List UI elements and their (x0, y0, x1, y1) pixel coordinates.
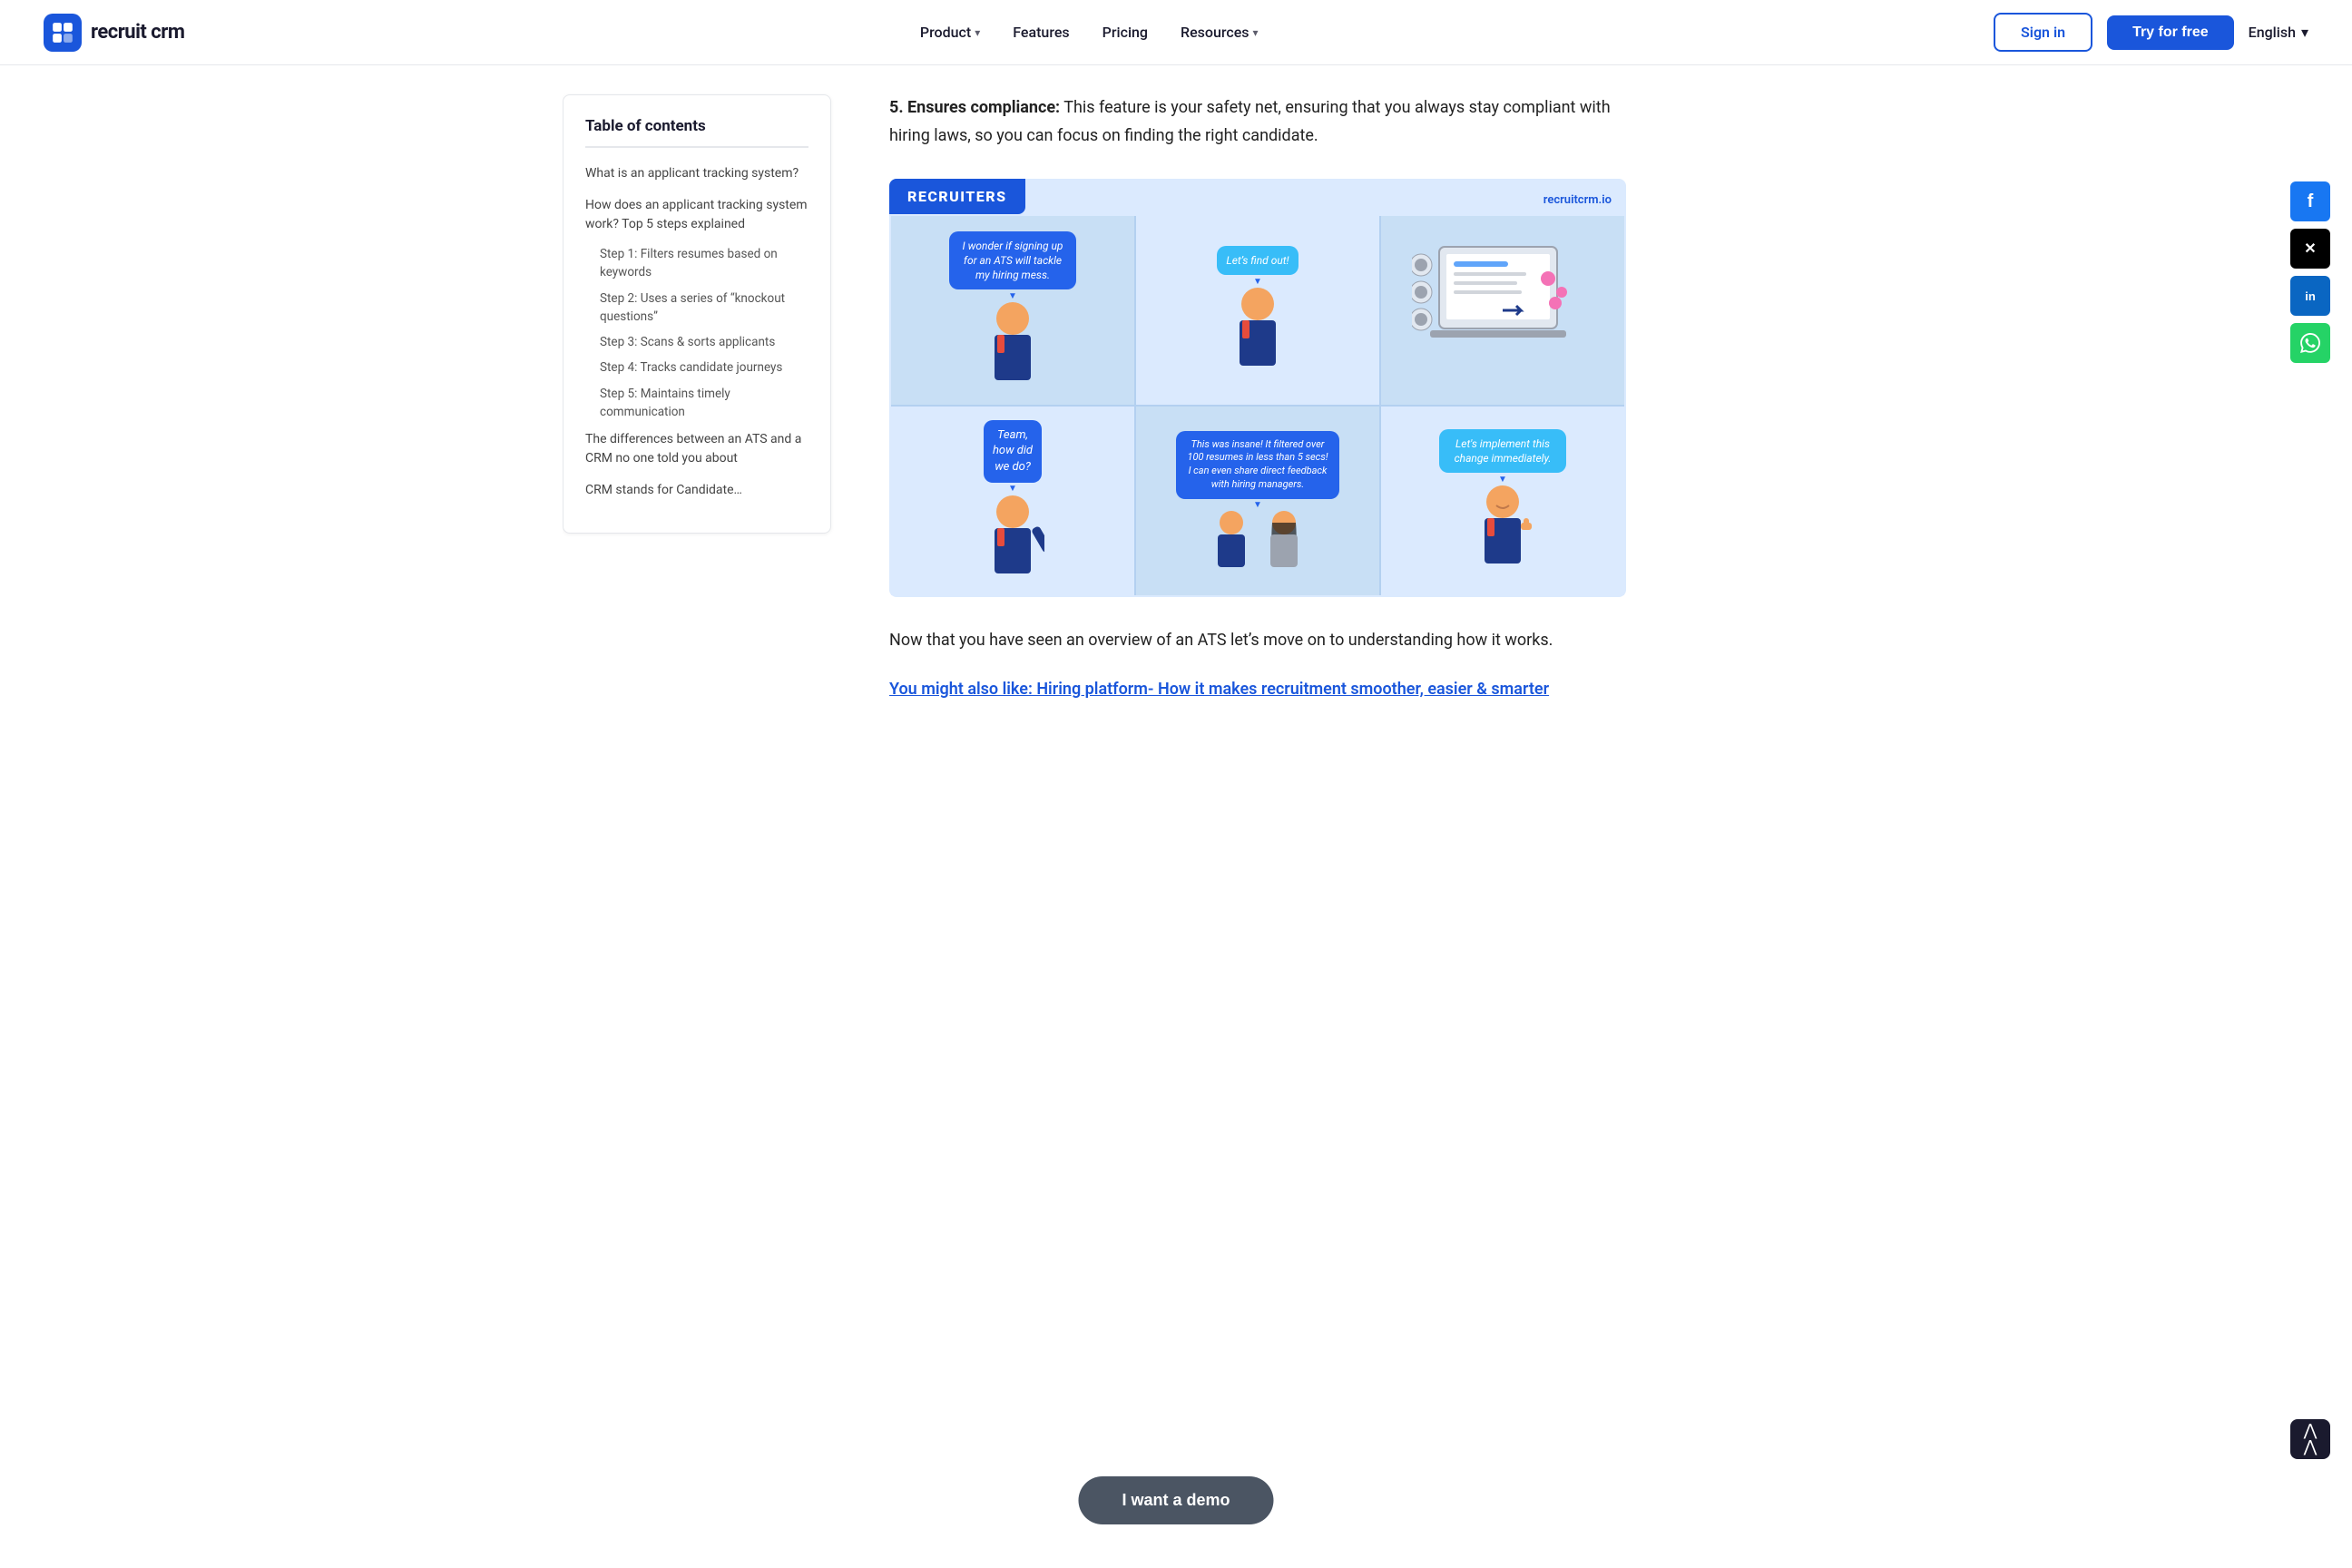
nav-product[interactable]: Product ▾ (920, 24, 980, 41)
person-icon-1 (981, 299, 1044, 389)
ats-overview-paragraph: Now that you have seen an overview of an… (889, 626, 1626, 655)
whatsapp-icon (2300, 333, 2320, 353)
chevron-down-icon-2: ▾ (1253, 26, 1259, 39)
bubble-1: I wonder if signing up for an ATS will t… (949, 231, 1076, 290)
main-content: 5. Ensures compliance: This feature is y… (853, 65, 1670, 1568)
toc-item-1[interactable]: How does an applicant tracking system wo… (585, 194, 808, 236)
comic-panel-2: Let’s find out! (1136, 216, 1379, 405)
chevron-up-icon: ⋀⋀ (2304, 1423, 2318, 1455)
facebook-share-button[interactable]: f (2290, 181, 2330, 221)
toc-card: Table of contents What is an applicant t… (563, 94, 831, 534)
person-female-icon (1261, 508, 1307, 572)
comic-panel-4: Team,how didwe do? (891, 407, 1134, 595)
chevron-down-icon-3: ▾ (2301, 24, 2308, 41)
bubble-4: Team,how didwe do? (984, 420, 1042, 483)
compliance-bold-label: Ensures compliance: (907, 98, 1060, 117)
logo-icon (44, 14, 82, 52)
logo[interactable]: recruit crm (44, 14, 184, 52)
nav-pricing[interactable]: Pricing (1102, 24, 1148, 41)
bubble-5: This was insane! It filtered over 100 re… (1176, 431, 1339, 499)
toc-divider (585, 146, 808, 148)
toc-sub-2[interactable]: Step 3: Scans & sorts applicants (585, 333, 808, 351)
recruiter-illustration-box: RECRUITERS recruitcrm.io I wonder if sig… (889, 179, 1626, 597)
language-selector[interactable]: English ▾ (2249, 24, 2308, 41)
bubble-6: Let's implement this change immediately. (1439, 429, 1566, 473)
person-icon-6 (1471, 482, 1534, 573)
you-might-like-link[interactable]: You might also like: Hiring platform- Ho… (889, 677, 1626, 703)
toc-item-0[interactable]: What is an applicant tracking system? (585, 162, 808, 185)
nav-resources[interactable]: Resources ▾ (1181, 24, 1259, 41)
recruiter-label: RECRUITERS (889, 179, 1025, 214)
table-of-contents-sidebar: Table of contents What is an applicant t… (563, 65, 853, 1568)
person-icon-4 (981, 492, 1044, 583)
signin-button[interactable]: Sign in (1994, 13, 2092, 52)
nav-links: Product ▾ Features Pricing Resources ▾ (920, 24, 1259, 41)
comic-panel-5: This was insane! It filtered over 100 re… (1136, 407, 1379, 595)
toc-item-3[interactable]: CRM stands for Candidate… (585, 479, 808, 502)
language-label: English (2249, 24, 2296, 41)
twitter-share-button[interactable]: ✕ (2290, 229, 2330, 269)
toc-item-2[interactable]: The differences between an ATS and a CRM… (585, 428, 808, 470)
comic-panel-6: Let's implement this change immediately. (1381, 407, 1624, 595)
nav-features[interactable]: Features (1013, 24, 1069, 41)
nav-actions: Sign in Try for free English ▾ (1994, 13, 2308, 52)
comic-panel-3 (1381, 216, 1624, 405)
linkedin-share-button[interactable]: in (2290, 276, 2330, 316)
navbar: recruit crm Product ▾ Features Pricing R… (0, 0, 2352, 65)
toc-title: Table of contents (585, 117, 808, 135)
scroll-to-top-button[interactable]: ⋀⋀ (2290, 1419, 2330, 1459)
toc-sub-1[interactable]: Step 2: Uses a series of “knockout quest… (585, 289, 808, 327)
bubble-2: Let’s find out! (1217, 246, 1298, 275)
recruiter-watermark: recruitcrm.io (1544, 186, 1626, 207)
try-for-free-button[interactable]: Try for free (2107, 15, 2234, 50)
compliance-paragraph: 5. Ensures compliance: This feature is y… (889, 94, 1626, 150)
toc-sub-0[interactable]: Step 1: Filters resumes based on keyword… (585, 245, 808, 282)
toc-sub-3[interactable]: Step 4: Tracks candidate journeys (585, 358, 808, 377)
whatsapp-share-button[interactable] (2290, 323, 2330, 363)
chevron-down-icon: ▾ (975, 26, 980, 39)
demo-button[interactable]: I want a demo (1078, 1476, 1273, 1524)
main-layout: Table of contents What is an applicant t… (541, 65, 1811, 1568)
compliance-number: 5. (889, 98, 904, 117)
logo-text: recruit crm (91, 21, 184, 44)
comic-panel-1: I wonder if signing up for an ATS will t… (891, 216, 1134, 405)
social-share-panel: f ✕ in (2290, 181, 2330, 363)
toc-sub-4[interactable]: Step 5: Maintains timely communication (585, 385, 808, 422)
person-male-icon (1209, 508, 1254, 572)
person-icon-2 (1226, 284, 1289, 375)
logo-svg (51, 21, 74, 44)
ats-screen-icon (1412, 229, 1593, 392)
